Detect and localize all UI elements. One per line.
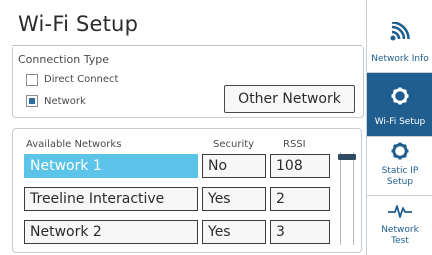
nav-label: Network Info [371, 54, 429, 64]
nav-label: Network [381, 225, 419, 235]
direct-connect-label: Direct Connect [44, 74, 119, 85]
nav-label: Setup [386, 177, 414, 187]
nav-label: Test [391, 236, 409, 246]
pulse-icon [388, 205, 412, 218]
nav-label: Static IP [381, 166, 419, 176]
networks-scrollbar-thumb[interactable] [338, 154, 356, 160]
networks-column-header: Available Networks [26, 139, 122, 150]
network-rssi-cell[interactable]: 2 [270, 187, 330, 211]
title-divider [12, 45, 362, 46]
gear-icon [391, 87, 409, 105]
network-security-cell[interactable]: Yes [202, 220, 266, 244]
side-navigation: Network Info Wi-Fi Setup Static IP Setup… [366, 0, 432, 255]
gear-icon [391, 142, 409, 160]
nav-wifi-setup[interactable]: Wi-Fi Setup [367, 73, 432, 136]
main-panel: Wi-Fi Setup Connection Type Direct Conne… [0, 0, 366, 255]
other-network-button[interactable]: Other Network [224, 85, 355, 113]
network-name-cell[interactable]: Treeline Interactive [24, 187, 198, 211]
nav-label: Wi-Fi Setup [374, 117, 426, 127]
connection-type-label: Connection Type [18, 53, 110, 66]
rssi-column-header: RSSI [283, 139, 306, 150]
network-checkbox[interactable] [26, 95, 38, 107]
page-title: Wi-Fi Setup [18, 12, 139, 36]
network-rssi-cell[interactable]: 3 [270, 220, 330, 244]
networks-scrollbar[interactable] [340, 152, 354, 245]
network-name-cell[interactable]: Network 2 [24, 220, 198, 244]
network-name-cell[interactable]: Network 1 [24, 154, 198, 178]
direct-connect-checkbox[interactable] [26, 74, 38, 86]
network-security-cell[interactable]: Yes [202, 187, 266, 211]
nav-network-info[interactable]: Network Info [367, 0, 432, 72]
nav-network-test[interactable]: Network Test [367, 196, 432, 255]
nav-static-ip-setup[interactable]: Static IP Setup [367, 137, 432, 195]
network-security-cell[interactable]: No [202, 154, 266, 178]
network-label: Network [44, 96, 86, 107]
security-column-header: Security [213, 139, 255, 150]
wifi-icon [390, 22, 410, 41]
network-rssi-cell[interactable]: 108 [270, 154, 330, 178]
